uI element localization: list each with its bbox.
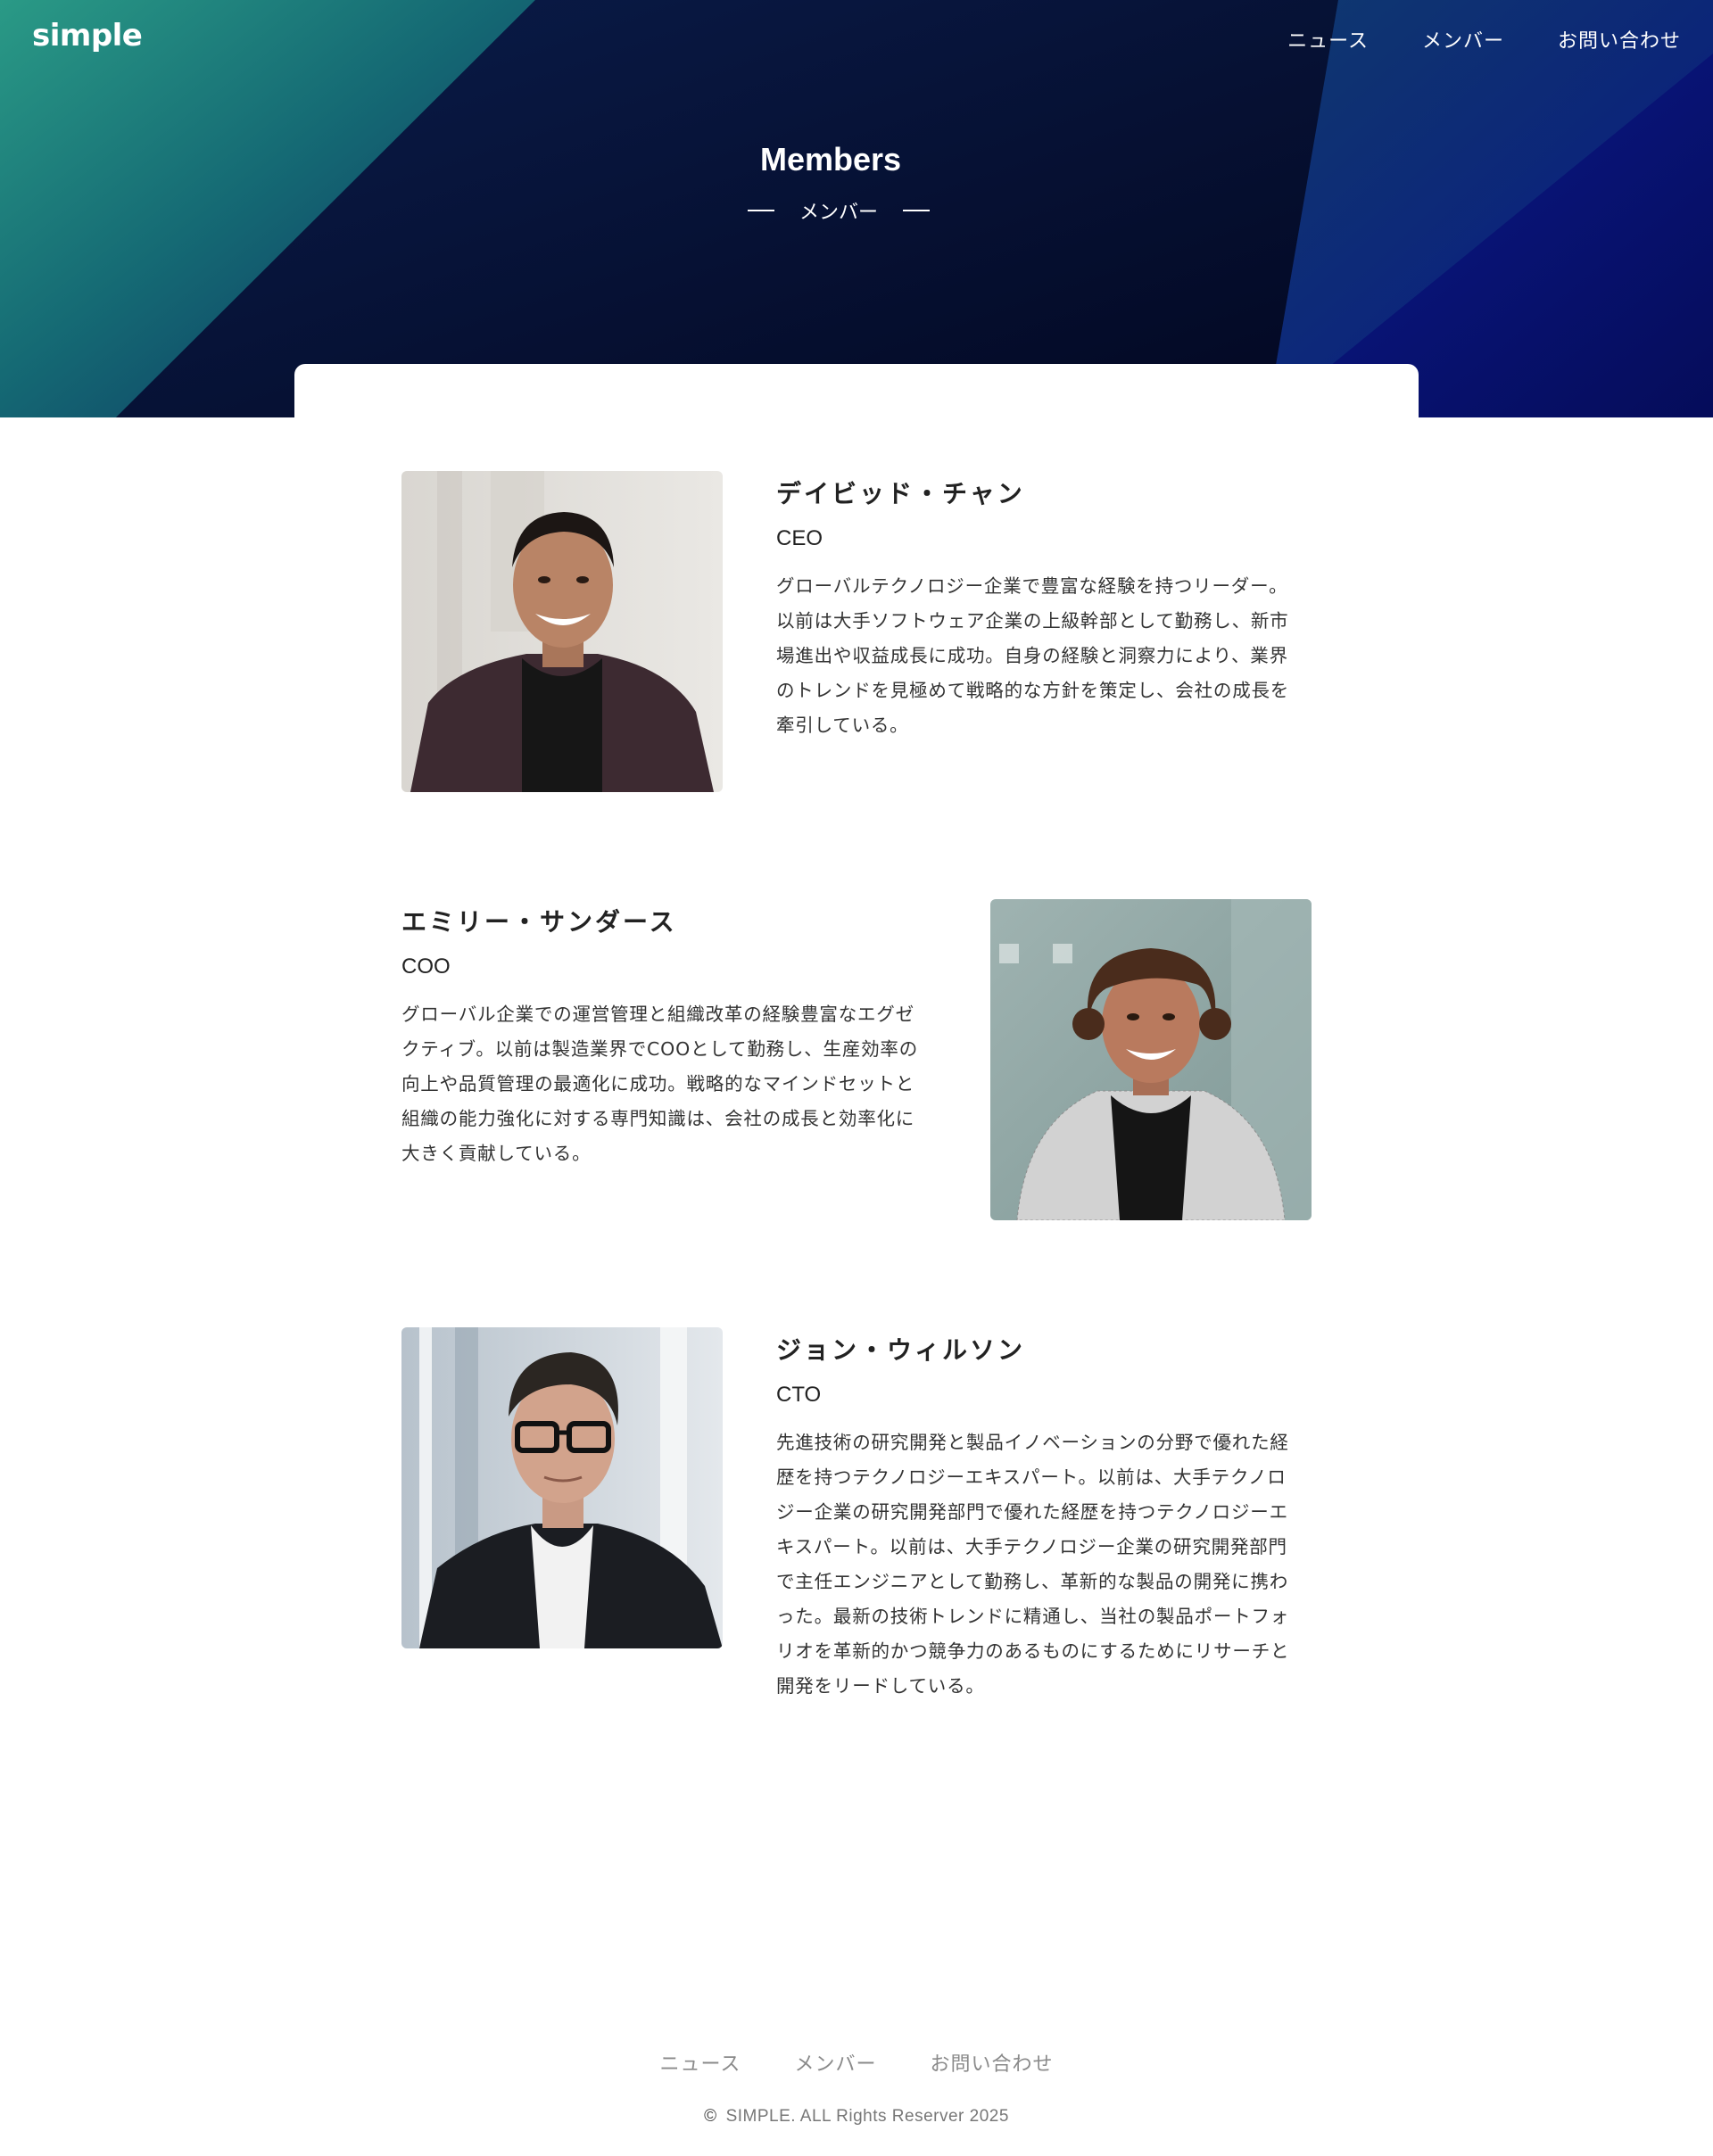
member-portrait-image <box>990 899 1312 1220</box>
subtitle-dash-left <box>747 210 774 211</box>
copyright-text: SIMPLE. ALL Rights Reserver 2025 <box>725 2107 1009 2126</box>
member-info: デイビッド・チャン CEO グローバルテクノロジー企業で豊富な経験を持つリーダー… <box>776 475 1303 743</box>
member-bio: 先進技術の研究開発と製品イノベーションの分野で優れた経 歴を持つテクノロジーエキ… <box>776 1432 1290 1697</box>
footer-contact-link[interactable]: お問い合わせ <box>930 2048 1053 2077</box>
header-nav: ニュース メンバー お問い合わせ <box>1287 25 1681 54</box>
copyright: © SIMPLE. ALL Rights Reserver 2025 <box>0 2107 1713 2127</box>
subtitle-dash-right <box>903 210 930 211</box>
nav-news-link[interactable]: ニュース <box>1287 25 1369 54</box>
member-photo <box>401 471 723 792</box>
hero-banner: simple ニュース メンバー お問い合わせ Members メンバー <box>0 0 1713 417</box>
member-photo <box>401 1327 723 1648</box>
content-card-top <box>294 364 1419 417</box>
member-photo <box>990 899 1312 1220</box>
member-portrait-image <box>401 1327 723 1648</box>
copyright-icon: © <box>704 2107 717 2126</box>
member-card: エミリー・サンダース COO グローバル企業での運営管理と組織改革の経験豊富なエ… <box>401 899 1312 1220</box>
member-info: ジョン・ウィルソン CTO 先進技術の研究開発と製品イノベーションの分野で優れた… <box>776 1331 1303 1704</box>
member-role: CTO <box>776 1383 822 1407</box>
footer-news-link[interactable]: ニュース <box>660 2048 741 2077</box>
member-bio: グローバル企業での運営管理と組織改革の経験豊富なエグゼ クティブ。以前は製造業界… <box>401 1004 919 1164</box>
nav-contact-link[interactable]: お問い合わせ <box>1558 25 1681 54</box>
member-card: デイビッド・チャン CEO グローバルテクノロジー企業で豊富な経験を持つリーダー… <box>401 471 1312 792</box>
member-card: ジョン・ウィルソン CTO 先進技術の研究開発と製品イノベーションの分野で優れた… <box>401 1327 1312 1702</box>
member-info: エミリー・サンダース COO グローバル企業での運営管理と組織改革の経験豊富なエ… <box>401 903 928 1171</box>
member-portrait-image <box>401 471 723 792</box>
member-name: デイビッド・チャン <box>776 479 1025 508</box>
footer-nav: ニュース メンバー お問い合わせ <box>0 2048 1713 2077</box>
page-title: Members <box>759 141 902 178</box>
member-role: CEO <box>776 526 823 550</box>
page-subtitle-text: メンバー <box>799 202 878 224</box>
member-name: エミリー・サンダース <box>401 907 677 937</box>
page-subtitle: メンバー <box>0 196 1713 225</box>
member-name: ジョン・ウィルソン <box>776 1335 1026 1365</box>
member-bio: グローバルテクノロジー企業で豊富な経験を持つリーダー。 以前は大手ソフトウェア企… <box>776 575 1290 736</box>
nav-members-link[interactable]: メンバー <box>1422 25 1504 54</box>
footer-members-link[interactable]: メンバー <box>794 2048 876 2077</box>
member-role: COO <box>401 954 451 979</box>
site-logo[interactable]: simple <box>32 18 143 54</box>
